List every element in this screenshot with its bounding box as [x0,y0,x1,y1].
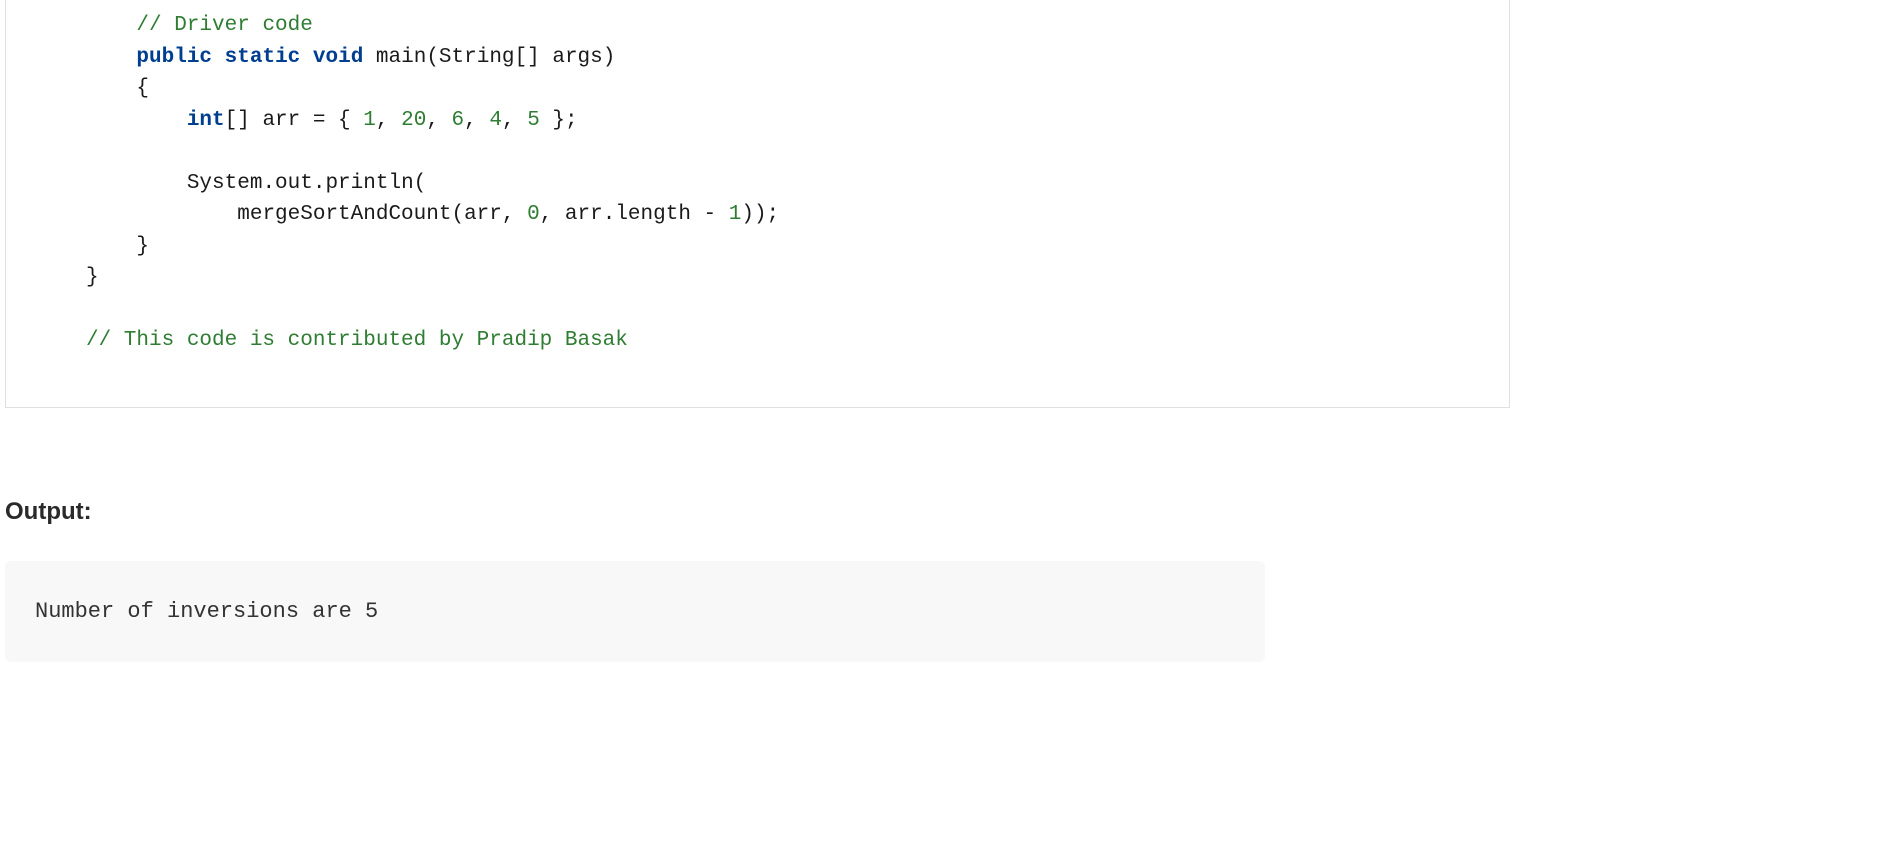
code-keyword: void [313,46,363,69]
code-type: int [187,109,225,132]
code-indent [86,203,237,226]
code-number: 4 [489,109,502,132]
code-brace: } [86,266,99,289]
code-text: mergeSortAndCount(arr, [237,203,527,226]
code-text: main(String[] args) [363,46,615,69]
code-text: , [426,109,451,132]
code-number: 20 [401,109,426,132]
output-section: Output: Number of inversions are 5 [0,498,1880,662]
code-indent [86,109,187,132]
code-text: }; [540,109,578,132]
code-text: , [502,109,527,132]
code-indent [86,77,136,100]
code-text: [] arr = { [225,109,364,132]
code-brace: { [136,77,149,100]
code-number: 0 [527,203,540,226]
code-number: 5 [527,109,540,132]
output-label: Output: [5,498,1880,526]
code-brace: } [136,235,149,258]
code-indent [86,235,136,258]
code-block: // Driver code public static void main(S… [6,10,1509,357]
code-number: 6 [452,109,465,132]
code-container: // Driver code public static void main(S… [5,0,1510,408]
code-indent [86,14,136,37]
code-keyword: static [225,46,301,69]
code-number: 1 [363,109,376,132]
code-text: , [376,109,401,132]
code-comment: // This code is contributed by Pradip Ba… [86,329,628,352]
output-text: Number of inversions are 5 [35,599,378,624]
code-indent [86,46,136,69]
code-text: System.out.println( [187,172,426,195]
code-comment: // Driver code [136,14,312,37]
code-keyword: public [136,46,212,69]
code-number: 1 [729,203,742,226]
code-text: , [464,109,489,132]
output-box: Number of inversions are 5 [5,561,1265,662]
code-text: , arr.length - [540,203,729,226]
code-indent [86,172,187,195]
code-text: )); [741,203,779,226]
